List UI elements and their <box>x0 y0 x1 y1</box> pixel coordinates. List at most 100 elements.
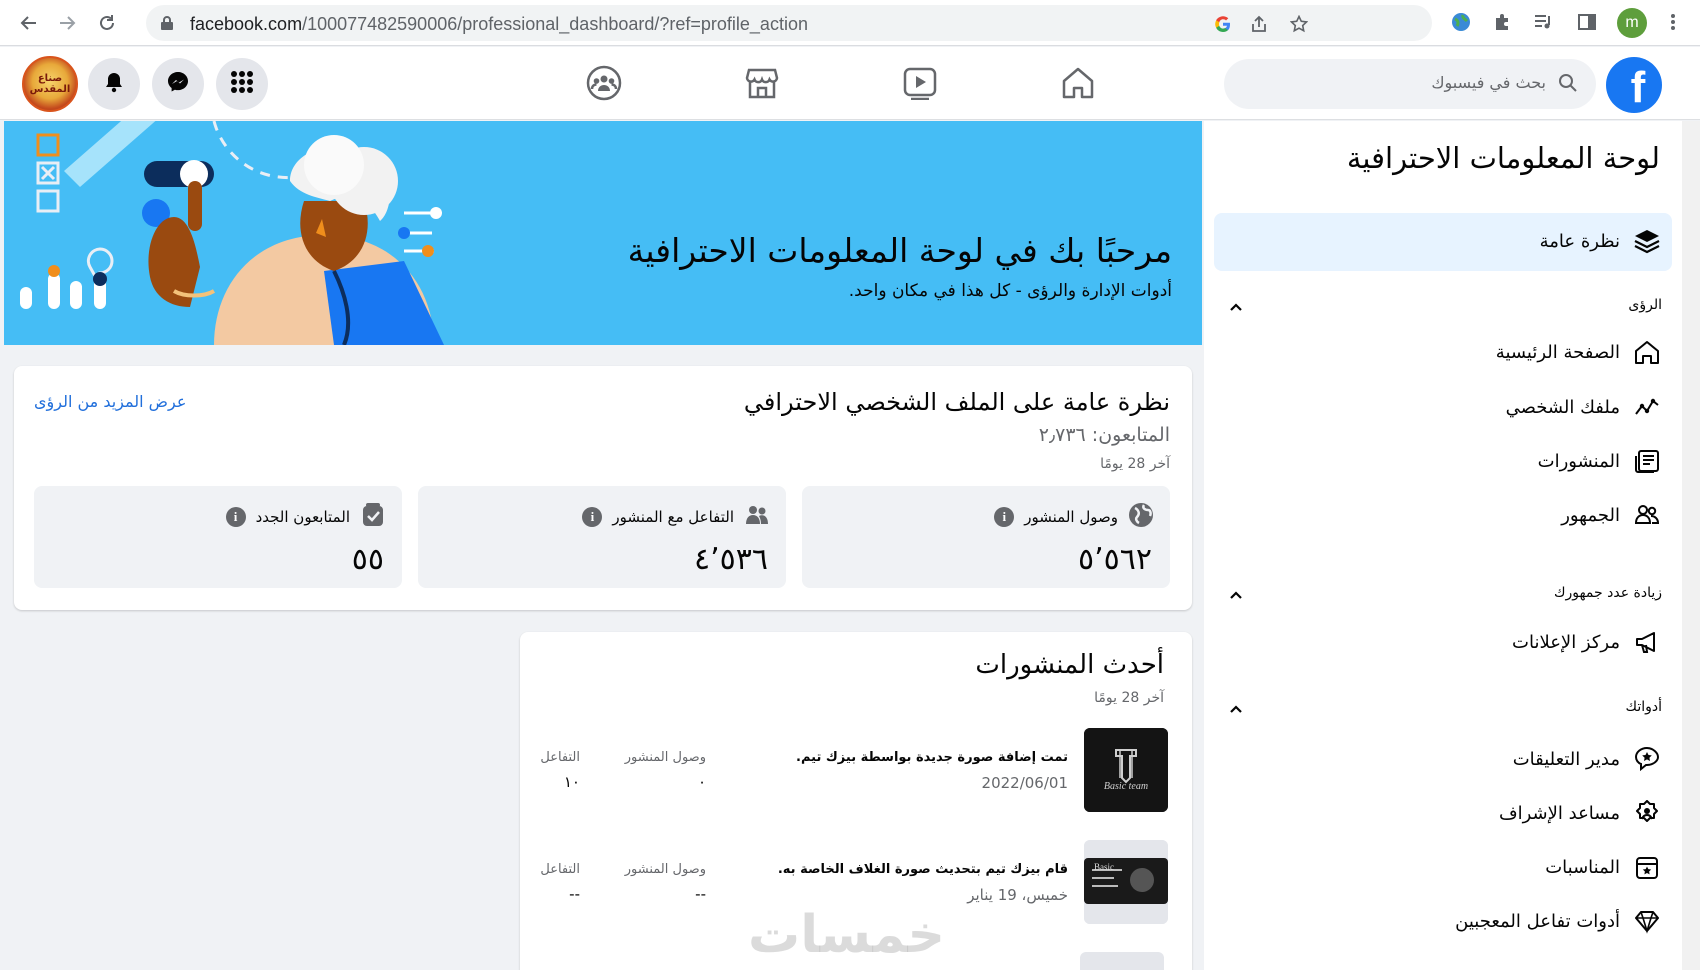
post-date: 2022/06/01 <box>981 774 1068 792</box>
section-insights: الرؤى <box>1628 297 1662 313</box>
account-avatar[interactable]: صناع المقدس <box>22 56 78 112</box>
post-date: خميس، 19 يناير <box>967 886 1068 904</box>
sidebar-item-events[interactable]: المناسبات <box>1545 847 1662 887</box>
google-icon[interactable] <box>1212 13 1234 35</box>
home-icon <box>1061 66 1095 104</box>
post-thumbnail[interactable]: Basic team <box>1084 728 1168 812</box>
share-icon[interactable] <box>1248 13 1270 35</box>
sidebar-item-label: ملفك الشخصي <box>1505 396 1620 418</box>
menu-button[interactable] <box>216 58 268 110</box>
globe-icon <box>1128 502 1154 532</box>
posts-icon <box>1632 446 1662 476</box>
calendar-star-icon <box>1632 852 1662 882</box>
banner-title: مرحبًا بك في لوحة المعلومات الاحترافية <box>627 231 1172 270</box>
search-icon <box>1558 73 1578 97</box>
metric-post-engagement: التفاعل مع المنشور i ٤٬٥٣٦ <box>418 486 786 588</box>
follower-check-icon <box>360 502 386 532</box>
post-row[interactable]: Basic team تمت إضافة صورة جديدة بواسطة ب… <box>520 728 1196 818</box>
metric-value: ٥٬٥٦٢ <box>1078 542 1152 577</box>
metric-value: ٤٬٥٣٦ <box>694 542 768 577</box>
sidebar-item-profile[interactable]: ملفك الشخصي <box>1506 387 1662 427</box>
watch-tab[interactable] <box>898 63 942 107</box>
sidebar-item-home[interactable]: الصفحة الرئيسية <box>1496 332 1662 372</box>
banner-subtitle: أدوات الإدارة والرؤى - كل هذا في مكان وا… <box>848 281 1172 301</box>
metric-label: المتابعون الجدد <box>255 508 350 526</box>
post-reach: وصول المنشور -- <box>624 862 706 903</box>
info-icon[interactable]: i <box>582 507 603 527</box>
megaphone-icon <box>1632 627 1662 657</box>
sidebar-title: لوحة المعلومات الاحترافية <box>1346 141 1660 175</box>
sidebar-item-label: مساعد الإشراف <box>1498 802 1620 824</box>
layers-icon <box>1632 226 1662 256</box>
metric-label: التفاعل مع المنشور <box>612 508 734 526</box>
banner-illustration <box>20 121 444 345</box>
star-icon[interactable] <box>1288 13 1310 35</box>
metric-value: ٥٥ <box>351 542 384 577</box>
sidebar-item-posts[interactable]: المنشورات <box>1538 441 1662 481</box>
metric-label: وصول المنشور <box>1024 508 1118 526</box>
reload-icon[interactable] <box>92 8 122 38</box>
chevron-up-icon[interactable] <box>1226 699 1246 719</box>
url-text: facebook.com/100077482590006/professiona… <box>190 14 808 34</box>
sidebar-item-label: الصفحة الرئيسية <box>1495 341 1620 363</box>
address-bar[interactable]: facebook.com/100077482590006/professiona… <box>146 5 1432 41</box>
browser-profile-avatar[interactable]: m <box>1617 8 1647 38</box>
marketplace-tab[interactable] <box>740 63 784 107</box>
search-input[interactable]: بحث في فيسبوك <box>1431 73 1546 92</box>
shield-badge-icon <box>1632 798 1662 828</box>
followers-count: المتابعون: ٢٫٧٣٦ <box>1038 424 1170 446</box>
sidebar-item-overview[interactable]: نظرة عامة <box>1540 221 1662 261</box>
globe-extension-icon[interactable] <box>1448 9 1474 35</box>
overview-period: آخر 28 يومًا <box>1100 456 1170 472</box>
grid-menu-icon <box>230 70 254 98</box>
post-engagement: التفاعل ١٠ <box>540 750 580 791</box>
dashboard-sidebar: لوحة المعلومات الاحترافية نظرة عامة الرؤ… <box>1204 121 1682 970</box>
page-scrollbar[interactable] <box>1682 121 1700 970</box>
post-text[interactable]: تمت إضافة صورة جديدة بواسطة بيزك تيم. <box>796 750 1068 765</box>
welcome-banner: مرحبًا بك في لوحة المعلومات الاحترافية أ… <box>4 121 1202 345</box>
sidebar-item-label: أدوات تفاعل المعجبين <box>1455 910 1620 932</box>
media-control-icon[interactable] <box>1530 9 1556 35</box>
chevron-up-icon[interactable] <box>1226 297 1246 317</box>
post-thumbnail[interactable]: Basic <box>1084 840 1168 924</box>
metric-new-followers: المتابعون الجدد i ٥٥ <box>34 486 402 588</box>
sidebar-item-label: مدير التعليقات <box>1512 748 1620 770</box>
sidebar-item-ads-center[interactable]: مركز الإعلانات <box>1512 622 1662 662</box>
facebook-header: صناع المقدس بحث في فيسبوك f <box>0 47 1700 120</box>
back-icon[interactable] <box>14 8 44 38</box>
trend-line-icon <box>1632 392 1662 422</box>
info-icon[interactable]: i <box>225 507 246 527</box>
extensions-puzzle-icon[interactable] <box>1490 9 1516 35</box>
bell-icon <box>103 71 125 97</box>
lock-icon <box>160 15 174 35</box>
browser-menu-icon[interactable] <box>1660 9 1686 35</box>
video-icon <box>903 66 937 104</box>
notifications-button[interactable] <box>88 58 140 110</box>
sidebar-item-moderation-assist[interactable]: مساعد الإشراف <box>1499 793 1662 833</box>
forward-icon[interactable] <box>52 8 82 38</box>
latest-posts-period: آخر 28 يومًا <box>1094 690 1164 706</box>
side-panel-icon[interactable] <box>1574 9 1600 35</box>
info-icon[interactable]: i <box>994 507 1015 527</box>
profile-overview-card: نظرة عامة على الملف الشخصي الاحترافي الم… <box>14 366 1192 610</box>
audience-icon <box>1632 500 1662 530</box>
messenger-icon <box>166 70 190 98</box>
home-icon <box>1632 337 1662 367</box>
browser-toolbar: facebook.com/100077482590006/professiona… <box>0 0 1700 46</box>
facebook-search[interactable]: بحث في فيسبوك <box>1224 59 1596 109</box>
post-thumbnail[interactable] <box>1080 952 1164 970</box>
see-more-insights-link[interactable]: عرض المزيد من الرؤى <box>34 392 186 411</box>
sidebar-item-fan-tools[interactable]: أدوات تفاعل المعجبين <box>1455 901 1662 941</box>
groups-tab[interactable] <box>582 63 626 107</box>
messenger-button[interactable] <box>152 58 204 110</box>
post-text[interactable]: قام بيزك تيم بتحديث صورة الغلاف الخاصة ب… <box>778 862 1068 877</box>
sidebar-item-audience[interactable]: الجمهور <box>1561 495 1662 535</box>
section-your-tools: أدواتك <box>1625 699 1662 715</box>
sidebar-item-label: نظرة عامة <box>1539 230 1620 252</box>
facebook-logo[interactable]: f <box>1606 57 1662 113</box>
home-tab[interactable] <box>1056 63 1100 107</box>
sidebar-item-label: الجمهور <box>1561 504 1620 526</box>
sidebar-item-comment-manager[interactable]: مدير التعليقات <box>1513 739 1662 779</box>
section-grow-audience: زيادة عدد جمهورك <box>1553 585 1662 601</box>
chevron-up-icon[interactable] <box>1226 585 1246 605</box>
